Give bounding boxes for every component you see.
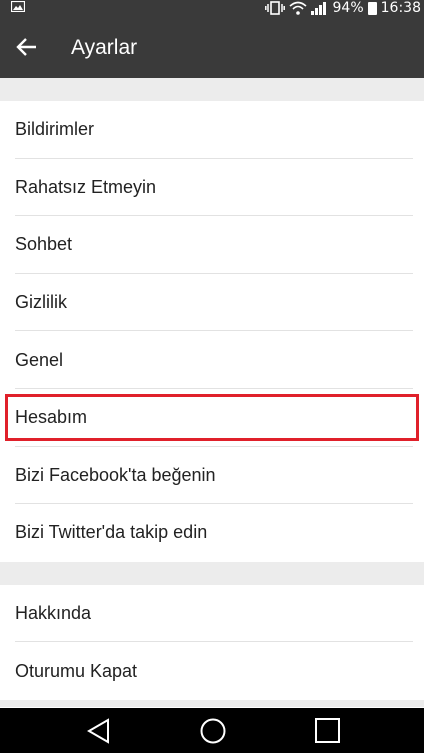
- settings-item-general[interactable]: Genel: [0, 331, 424, 389]
- settings-item-twitter-follow[interactable]: Bizi Twitter'da takip edin: [0, 504, 424, 562]
- settings-item-do-not-disturb[interactable]: Rahatsız Etmeyin: [0, 158, 424, 217]
- app-bar: Ayarlar: [0, 16, 424, 78]
- clock: 16:38: [380, 0, 421, 16]
- home-circle-icon[interactable]: [199, 718, 227, 746]
- battery-percent: 94%: [332, 0, 364, 16]
- settings-item-label: Bildirimler: [15, 119, 95, 140]
- section-gap: [0, 699, 424, 707]
- settings-item-logout[interactable]: Oturumu Kapat: [0, 642, 424, 700]
- settings-item-label: Bizi Twitter'da takip edin: [15, 522, 208, 543]
- settings-item-label: Sohbet: [15, 234, 73, 255]
- battery-icon: [367, 1, 377, 15]
- status-bar: 94% 16:38: [0, 0, 424, 16]
- settings-item-label: Bizi Facebook'ta beğenin: [15, 464, 216, 485]
- back-triangle-icon[interactable]: [86, 718, 112, 744]
- settings-item-label: Oturumu Kapat: [15, 660, 138, 681]
- section-gap: [0, 561, 424, 585]
- settings-group-main: Bildirimler Rahatsız Etmeyin Sohbet Gizl…: [0, 101, 424, 562]
- settings-item-label: Genel: [15, 349, 64, 370]
- settings-item-label: Hakkında: [15, 603, 92, 624]
- page-title: Ayarlar: [71, 36, 138, 59]
- wifi-icon: [288, 1, 307, 15]
- navigation-bar: [0, 708, 424, 753]
- gallery-icon: [11, 1, 25, 12]
- signal-icon: [310, 2, 326, 15]
- vibrate-icon: [264, 1, 285, 15]
- section-gap: [0, 78, 424, 101]
- settings-item-my-account[interactable]: Hesabım: [0, 388, 424, 447]
- settings-item-chat[interactable]: Sohbet: [0, 216, 424, 274]
- recents-square-icon[interactable]: [314, 718, 341, 745]
- settings-item-facebook-like[interactable]: Bizi Facebook'ta beğenin: [0, 446, 424, 505]
- arrow-back-icon[interactable]: [14, 34, 40, 60]
- settings-item-privacy[interactable]: Gizlilik: [0, 273, 424, 332]
- settings-group-footer: Hakkında Oturumu Kapat: [0, 584, 424, 700]
- settings-item-notifications[interactable]: Bildirimler: [0, 101, 424, 159]
- settings-item-label: Rahatsız Etmeyin: [15, 176, 157, 197]
- settings-list: Bildirimler Rahatsız Etmeyin Sohbet Gizl…: [0, 78, 424, 708]
- settings-item-label: Gizlilik: [15, 292, 67, 313]
- settings-item-label: Hesabım: [15, 407, 88, 428]
- settings-item-about[interactable]: Hakkında: [0, 584, 424, 643]
- status-right-group: 94% 16:38: [264, 0, 421, 16]
